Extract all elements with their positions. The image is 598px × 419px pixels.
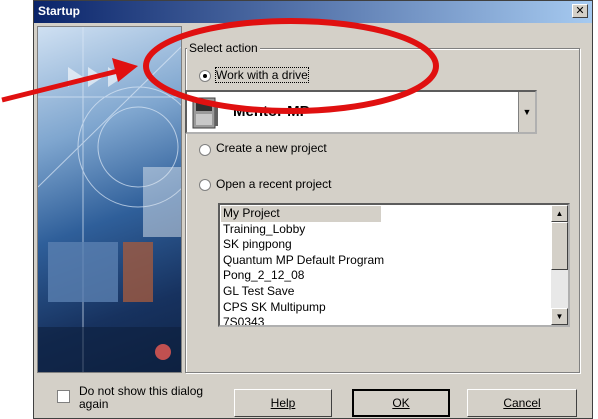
scroll-thumb[interactable] [551, 222, 568, 270]
cancel-button-label: Cancel [503, 396, 541, 410]
create-new-project-label[interactable]: Create a new project [216, 141, 327, 155]
scroll-up-icon[interactable]: ▲ [551, 205, 568, 222]
startup-dialog: Startup ✕ Select action Work with a driv… [33, 0, 593, 419]
help-button[interactable]: Help [234, 389, 332, 417]
list-item[interactable]: CPS SK Multipump [221, 300, 550, 316]
drive-select-value: Mentor MP [233, 103, 310, 120]
dont-show-again-label[interactable]: Do not show this dialog again [79, 385, 209, 411]
work-with-drive-label[interactable]: Work with a drive [215, 67, 309, 83]
list-item[interactable]: Quantum MP Default Program [221, 253, 550, 269]
close-button[interactable]: ✕ [572, 4, 588, 18]
scroll-down-icon[interactable]: ▼ [551, 308, 568, 325]
list-scrollbar[interactable]: ▲ ▼ [551, 205, 568, 325]
window-title: Startup [38, 4, 80, 18]
list-item[interactable]: SK pingpong [221, 237, 550, 253]
ok-button[interactable]: OK [352, 389, 450, 417]
work-with-drive-radio[interactable] [199, 70, 211, 82]
select-action-legend: Select action [187, 41, 260, 55]
drive-icon [192, 97, 218, 129]
cancel-button[interactable]: Cancel [467, 389, 577, 417]
dont-show-again-checkbox[interactable] [57, 390, 70, 403]
list-item[interactable]: My Project [221, 206, 381, 222]
help-button-label: Help [270, 396, 296, 410]
dropdown-arrow-icon[interactable]: ▼ [518, 92, 535, 132]
open-recent-project-radio[interactable] [199, 179, 211, 191]
dont-show-again-line2: again [79, 397, 109, 411]
list-item[interactable]: GL Test Save [221, 284, 550, 300]
list-item[interactable]: Pong_2_12_08 [221, 268, 550, 284]
list-item[interactable]: Training_Lobby [221, 222, 550, 238]
recent-projects-list[interactable]: My Project Training_Lobby SK pingpong Qu… [218, 203, 570, 327]
list-item[interactable]: 7S0343 [221, 315, 550, 325]
ok-button-label: OK [392, 396, 410, 410]
side-banner-image [37, 26, 182, 373]
create-new-project-radio[interactable] [199, 144, 211, 156]
title-bar[interactable]: Startup ✕ [34, 1, 592, 23]
open-recent-project-label[interactable]: Open a recent project [216, 177, 331, 191]
drive-select[interactable]: Mentor MP ▼ [185, 90, 537, 134]
